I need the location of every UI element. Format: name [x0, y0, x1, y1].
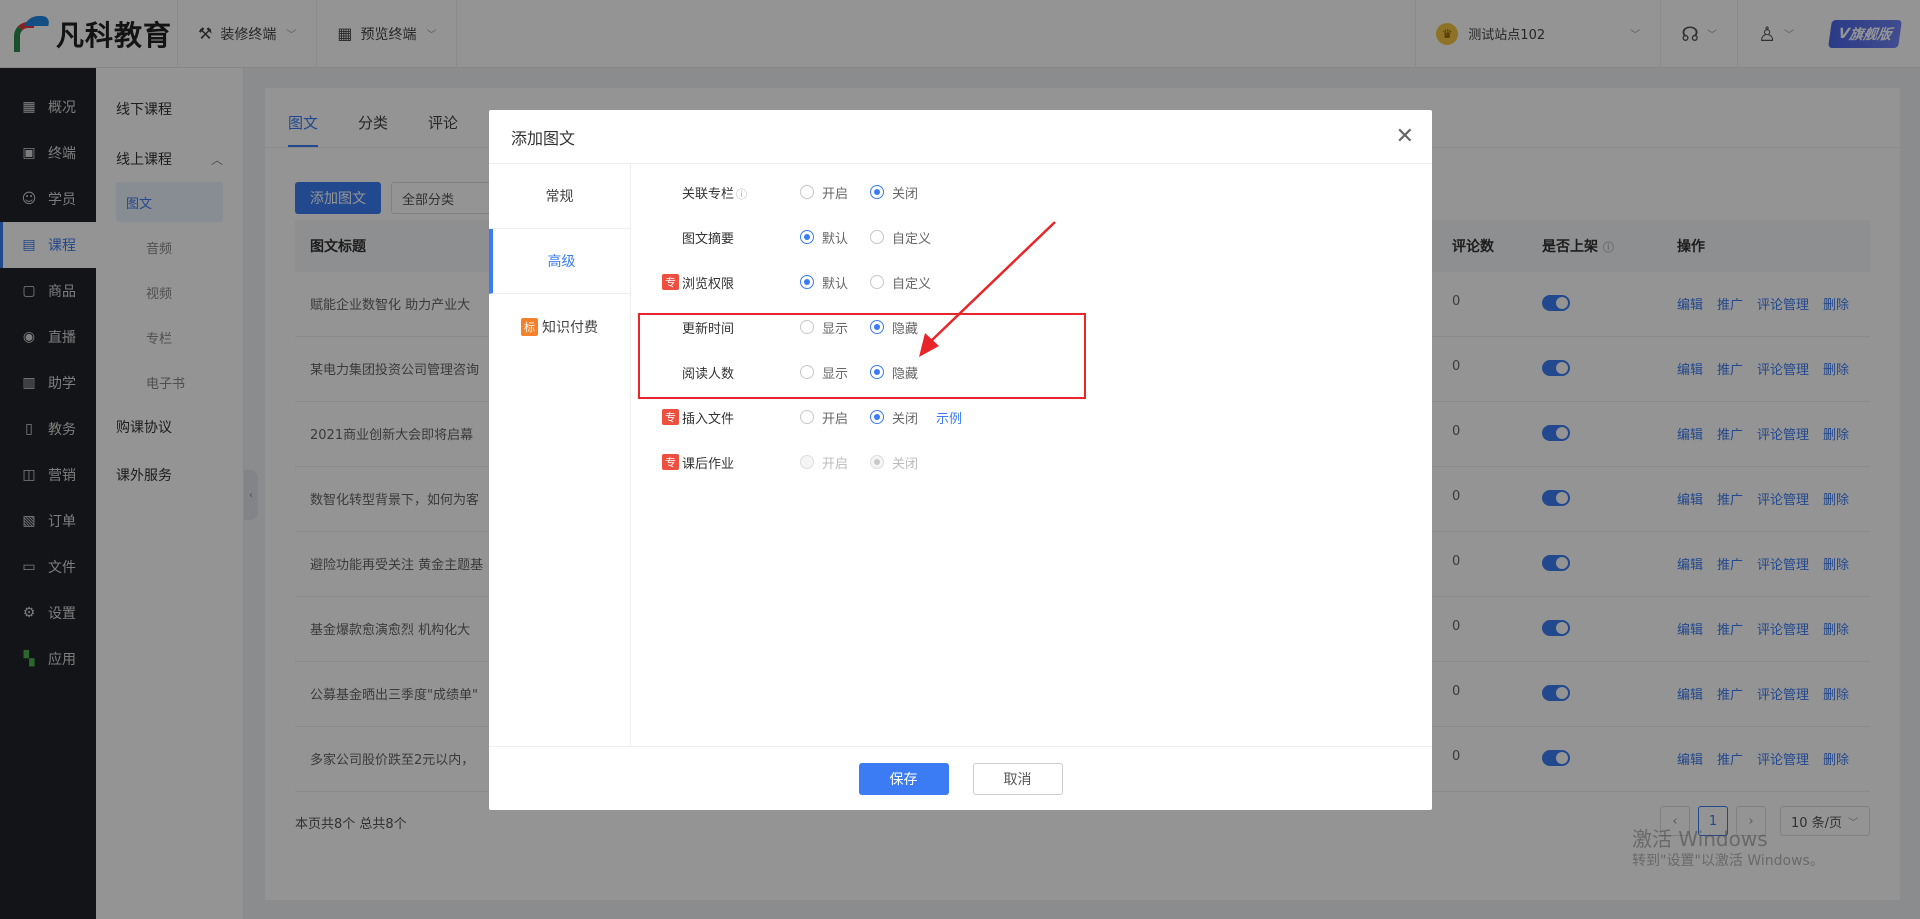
radio-option: 开启	[800, 453, 848, 472]
radio-label: 关闭	[892, 456, 919, 472]
annotation-highlight-box	[638, 313, 1086, 399]
radio-group: 开启 关闭	[800, 183, 940, 202]
radio-group: 默认 自定义	[800, 228, 953, 247]
radio-label: 默认	[822, 231, 849, 247]
cancel-button[interactable]: 取消	[972, 762, 1063, 795]
form-label: 专课后作业	[632, 453, 782, 472]
tag-badge: 标	[521, 317, 538, 336]
form-label: 图文摘要	[632, 228, 782, 247]
dialog-footer: 保存 取消	[489, 746, 1432, 810]
dialog-form: 关联专栏 ⓘ 开启 关闭 图文摘要 默认 自定义专浏览权限 默认 自定义 更新时间 显示 隐藏 阅读人数…	[632, 164, 1432, 746]
form-label-text: 课后作业	[682, 456, 735, 472]
radio-label: 关闭	[892, 186, 919, 202]
radio-label: 自定义	[892, 276, 932, 292]
side-tab-label: 知识付费	[542, 319, 598, 336]
form-row: 专插入文件 开启 关闭 示例	[632, 405, 962, 429]
pro-badge: 专	[662, 454, 679, 470]
form-row: 图文摘要 默认 自定义	[632, 225, 953, 249]
radio-option[interactable]: 关闭	[870, 183, 918, 202]
side-tab-label: 常规	[545, 189, 574, 205]
radio-option[interactable]: 自定义	[870, 228, 931, 247]
side-tab-knowledge-pay[interactable]: 标知识付费	[489, 294, 630, 359]
form-label: 关联专栏 ⓘ	[632, 183, 782, 202]
example-link[interactable]: 示例	[936, 408, 962, 427]
side-tab-general[interactable]: 常规	[489, 164, 630, 229]
form-label-text: 关联专栏	[682, 186, 735, 202]
radio-circle-icon	[870, 455, 885, 469]
dialog-side-tabs: 常规 高级 标知识付费	[489, 164, 631, 746]
radio-circle-icon	[870, 230, 885, 244]
side-tab-advanced[interactable]: 高级	[489, 229, 630, 294]
radio-group: 默认 自定义	[800, 273, 953, 292]
dialog-title: 添加图文	[511, 128, 576, 148]
form-label: 专插入文件	[632, 408, 782, 427]
radio-option[interactable]: 开启	[800, 183, 848, 202]
radio-label: 开启	[822, 456, 849, 472]
radio-circle-icon	[870, 185, 885, 199]
radio-label: 开启	[822, 186, 849, 202]
form-row: 专浏览权限 默认 自定义	[632, 270, 953, 294]
form-label-text: 图文摘要	[682, 231, 735, 247]
save-button[interactable]: 保存	[858, 762, 949, 795]
form-label: 专浏览权限	[632, 273, 782, 292]
radio-option[interactable]: 默认	[800, 228, 848, 247]
form-label-text: 浏览权限	[682, 276, 735, 292]
radio-option[interactable]: 开启	[800, 408, 848, 427]
radio-circle-icon	[870, 275, 885, 289]
radio-group: 开启 关闭 示例	[800, 408, 962, 427]
pro-badge: 专	[662, 274, 679, 290]
radio-label: 默认	[822, 276, 849, 292]
radio-circle-icon	[800, 455, 814, 469]
radio-option: 关闭	[870, 453, 918, 472]
radio-circle-icon	[800, 275, 814, 289]
radio-group: 开启 关闭	[800, 453, 940, 472]
side-tab-label: 高级	[547, 254, 576, 270]
close-icon[interactable]: ✕	[1396, 124, 1414, 149]
radio-option[interactable]: 自定义	[870, 273, 931, 292]
radio-circle-icon	[800, 230, 814, 244]
radio-circle-icon	[870, 410, 885, 424]
radio-option[interactable]: 关闭	[870, 408, 918, 427]
radio-circle-icon	[800, 410, 814, 424]
info-icon: ⓘ	[736, 187, 748, 201]
form-row: 关联专栏 ⓘ 开启 关闭	[632, 180, 940, 204]
radio-label: 开启	[822, 411, 849, 427]
radio-circle-icon	[800, 185, 814, 199]
dialog-header: 添加图文	[489, 110, 1432, 164]
pro-badge: 专	[662, 409, 679, 425]
form-label-text: 插入文件	[682, 411, 735, 427]
radio-option[interactable]: 默认	[800, 273, 848, 292]
radio-label: 关闭	[892, 411, 919, 427]
form-row: 专课后作业 开启 关闭	[632, 450, 940, 474]
radio-label: 自定义	[892, 231, 932, 247]
add-article-dialog: 添加图文 ✕ 常规 高级 标知识付费 关联专栏 ⓘ 开启 关闭 图文摘要 默认 自定义专浏览…	[489, 110, 1432, 810]
